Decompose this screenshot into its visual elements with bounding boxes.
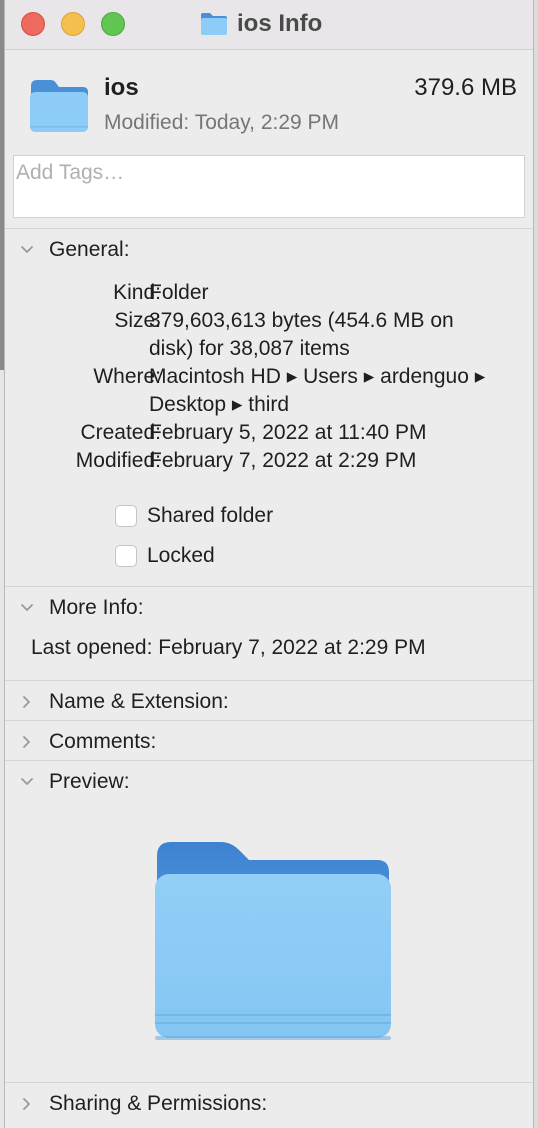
info-row-where: Where: Macintosh HD ▸ Users ▸ ardenguo ▸… (5, 363, 533, 419)
close-button[interactable] (21, 12, 45, 36)
folder-icon (155, 842, 391, 1040)
section-comments[interactable]: Comments: (19, 729, 156, 755)
section-sharing-permissions[interactable]: Sharing & Permissions: (19, 1091, 267, 1117)
window-title-text: ios Info (237, 10, 323, 37)
modified-label: Modified: (104, 111, 190, 134)
chevron-right-icon[interactable] (19, 1096, 35, 1112)
chevron-down-icon[interactable] (19, 242, 35, 258)
info-row-created: Created: February 5, 2022 at 11:40 PM (5, 419, 533, 447)
info-row-size: Size: 379,603,613 bytes (454.6 MB on dis… (5, 307, 533, 363)
section-name-extension[interactable]: Name & Extension: (19, 689, 229, 715)
section-general-label: General: (49, 238, 130, 261)
last-opened-value: February 7, 2022 at 2:29 PM (158, 636, 426, 659)
title-bar[interactable]: ios Info (5, 0, 533, 50)
last-opened-row: Last opened: February 7, 2022 at 2:29 PM (31, 636, 426, 660)
file-size: 379.6 MB (414, 74, 517, 101)
tags-input[interactable] (13, 155, 525, 218)
chevron-down-icon[interactable] (19, 774, 35, 790)
shared-folder-label[interactable]: Shared folder (147, 504, 273, 528)
info-value: Macintosh HD ▸ Users ▸ ardenguo ▸ Deskto… (149, 365, 486, 416)
chevron-down-icon[interactable] (19, 600, 35, 616)
info-value: 379,603,613 bytes (454.6 MB on disk) for… (149, 309, 454, 360)
divider (5, 680, 533, 681)
last-opened-label: Last opened: (31, 636, 153, 659)
info-window: ios Info ios 379.6 MB Modified: Today, 2… (4, 0, 534, 1128)
modified-value: Today, 2:29 PM (194, 111, 340, 134)
minimize-button[interactable] (61, 12, 85, 36)
info-row-modified: Modified: February 7, 2022 at 2:29 PM (5, 447, 533, 475)
section-more-info-label: More Info: (49, 596, 144, 619)
shared-folder-checkbox[interactable] (115, 505, 137, 527)
section-preview-label: Preview: (49, 770, 130, 793)
locked-checkbox-row[interactable]: Locked (115, 544, 215, 568)
chevron-right-icon[interactable] (19, 734, 35, 750)
locked-checkbox[interactable] (115, 545, 137, 567)
divider (5, 228, 533, 229)
section-general[interactable]: General: (19, 237, 130, 263)
info-value: February 7, 2022 at 2:29 PM (149, 449, 417, 472)
folder-icon (30, 80, 88, 132)
modified-summary: Modified: Today, 2:29 PM (104, 111, 339, 135)
divider (5, 586, 533, 587)
info-value: February 5, 2022 at 11:40 PM (149, 421, 427, 444)
section-sharing-permissions-label: Sharing & Permissions: (49, 1092, 268, 1115)
folder-icon (201, 13, 227, 35)
info-row-kind: Kind: Folder (5, 279, 533, 307)
zoom-button[interactable] (101, 12, 125, 36)
divider (5, 720, 533, 721)
chevron-right-icon[interactable] (19, 694, 35, 710)
file-name: ios (104, 74, 139, 101)
info-value: Folder (149, 281, 209, 304)
window-title: ios Info (199, 8, 322, 40)
divider (5, 760, 533, 761)
section-preview[interactable]: Preview: (19, 769, 130, 795)
locked-label[interactable]: Locked (147, 544, 215, 568)
section-more-info[interactable]: More Info: (19, 595, 144, 621)
section-comments-label: Comments: (49, 730, 157, 753)
divider (5, 1082, 533, 1083)
section-name-extension-label: Name & Extension: (49, 690, 229, 713)
shared-folder-checkbox-row[interactable]: Shared folder (115, 504, 273, 528)
